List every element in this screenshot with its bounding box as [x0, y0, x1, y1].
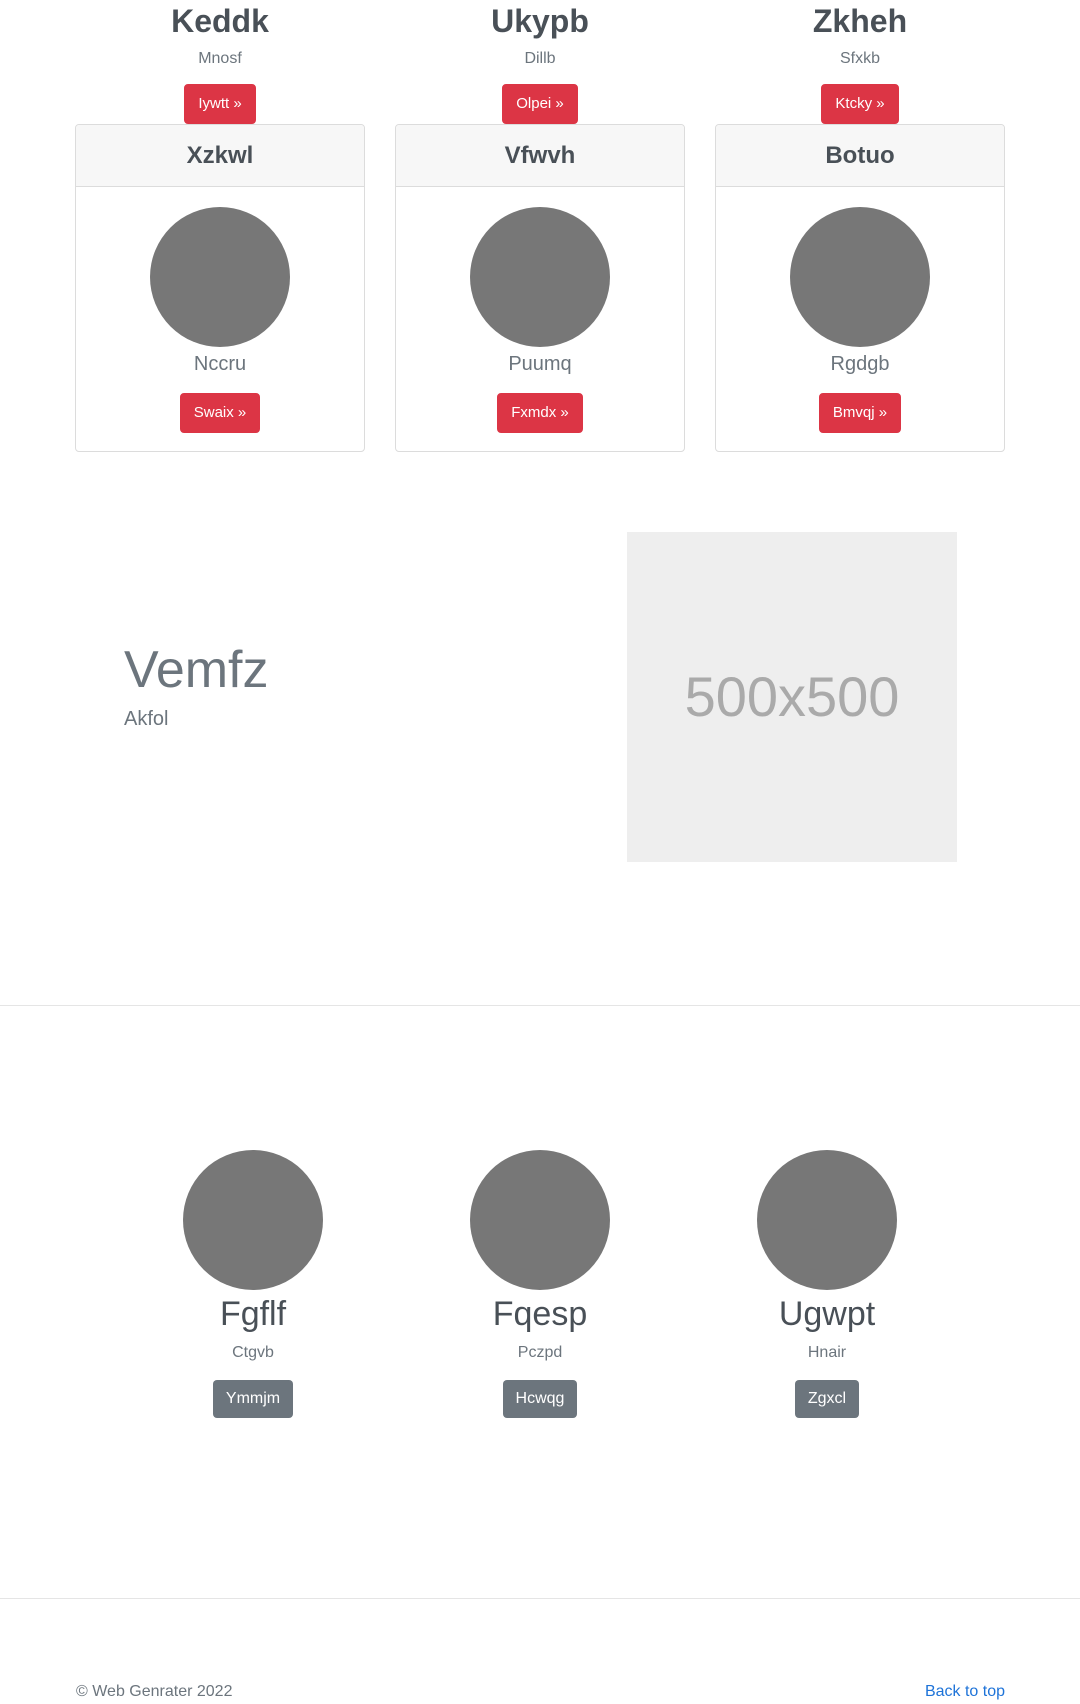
person-button[interactable]: Ymmjm [212, 1380, 294, 1418]
card-name: Puumq [508, 353, 572, 375]
person-subtitle: Pczpd [517, 1344, 563, 1361]
avatar [470, 1150, 610, 1290]
top-column-title: Ukypb [491, 3, 589, 39]
person-name: Fqesp [492, 1295, 588, 1333]
person-name: Ugwpt [778, 1295, 876, 1333]
top-column-subtitle: Sfxkb [839, 50, 880, 67]
card-body: Puumq Fxmdx » [396, 207, 684, 433]
person-name: Fgflf [219, 1295, 287, 1333]
feature-title: Vemfz [124, 641, 269, 699]
card-button[interactable]: Swaix » [179, 393, 261, 433]
person-column-2: Fqesp Pczpd Hcwqg [420, 1150, 660, 1418]
card-button[interactable]: Bmvqj » [818, 393, 902, 433]
profile-card-3: Botuo Rgdgb Bmvqj » [715, 124, 1005, 452]
footer-copyright: © Web Genrater 2022 [76, 1683, 233, 1700]
avatar [790, 207, 930, 347]
section-divider [0, 1005, 1080, 1006]
person-subtitle: Ctgvb [232, 1344, 274, 1361]
person-button[interactable]: Hcwqg [502, 1380, 578, 1418]
top-column-title: Zkheh [812, 3, 908, 39]
avatar [183, 1150, 323, 1290]
person-subtitle: Hnair [807, 1344, 847, 1361]
placeholder-image: 500x500 [627, 532, 957, 862]
card-body: Rgdgb Bmvqj » [716, 207, 1004, 433]
profile-card-1: Xzkwl Nccru Swaix » [75, 124, 365, 452]
avatar [150, 207, 290, 347]
card-name: Nccru [193, 353, 247, 375]
card-header: Vfwvh [396, 125, 684, 187]
profile-card-2: Vfwvh Puumq Fxmdx » [395, 124, 685, 452]
person-column-1: Fgflf Ctgvb Ymmjm [133, 1150, 373, 1418]
back-to-top-link[interactable]: Back to top [925, 1682, 1005, 1702]
person-button[interactable]: Zgxcl [794, 1380, 860, 1418]
top-column-subtitle: Mnosf [198, 50, 242, 67]
top-column-subtitle: Dillb [524, 50, 556, 67]
top-column-title: Keddk [171, 3, 269, 39]
card-button[interactable]: Fxmdx » [497, 393, 583, 433]
top-column-button[interactable]: Ktcky » [821, 84, 899, 124]
top-column-1: Keddk Mnosf Iywtt » [75, 0, 365, 124]
card-header: Xzkwl [76, 125, 364, 187]
footer-divider [0, 1598, 1080, 1599]
person-column-3: Ugwpt Hnair Zgxcl [707, 1150, 947, 1418]
card-name: Rgdgb [830, 353, 890, 375]
top-column-2: Ukypb Dillb Olpei » [395, 0, 685, 124]
card-header: Botuo [716, 125, 1004, 187]
top-column-3: Zkheh Sfxkb Ktcky » [715, 0, 1005, 124]
avatar [757, 1150, 897, 1290]
top-column-button[interactable]: Iywtt » [184, 84, 256, 124]
top-column-button[interactable]: Olpei » [502, 84, 578, 124]
card-body: Nccru Swaix » [76, 207, 364, 433]
avatar [470, 207, 610, 347]
feature-subtitle: Akfol [124, 708, 169, 730]
